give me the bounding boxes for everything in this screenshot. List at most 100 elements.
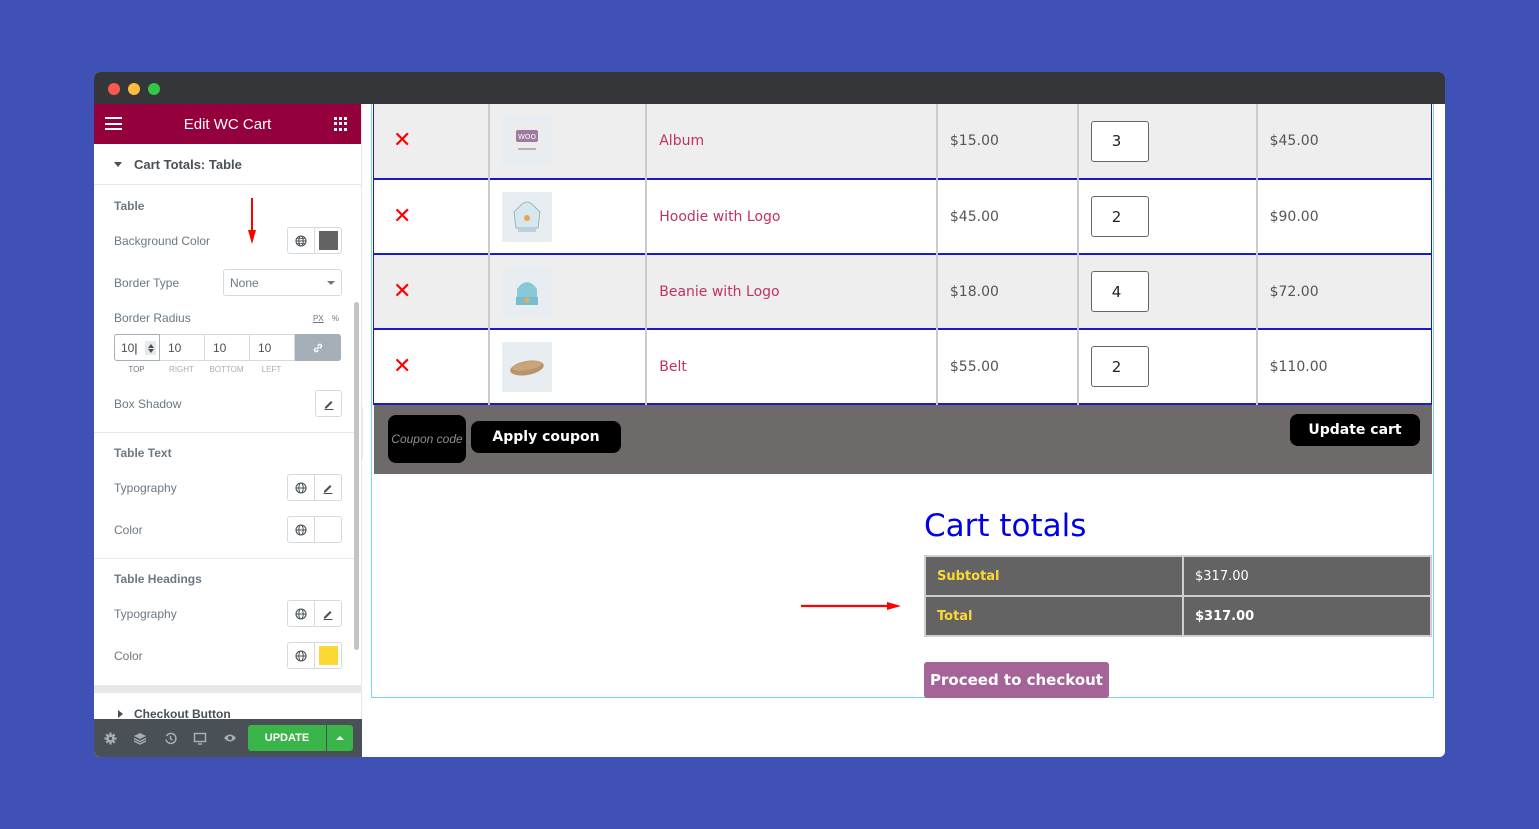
annotation-arrow-right-icon xyxy=(801,602,901,610)
responsive-icon[interactable] xyxy=(185,719,215,757)
pencil-icon xyxy=(323,484,333,494)
radius-top-value: 10 xyxy=(121,340,135,355)
radius-right-input[interactable]: 10 xyxy=(160,334,205,361)
minimize-window-button[interactable] xyxy=(128,83,140,95)
remove-item-icon[interactable]: ✕ xyxy=(393,128,411,153)
history-icon[interactable] xyxy=(155,719,185,757)
global-colors-button[interactable] xyxy=(288,517,314,542)
radius-left-input[interactable]: 10 xyxy=(250,334,295,361)
label-left: LEFT xyxy=(261,365,282,374)
apply-coupon-button[interactable]: Apply coupon xyxy=(471,421,621,453)
background-color-picker[interactable] xyxy=(314,228,341,253)
quantity-input[interactable]: 2 xyxy=(1090,196,1149,237)
cart-totals-heading: Cart totals xyxy=(924,508,1087,544)
remove-item-icon[interactable]: ✕ xyxy=(393,354,411,379)
chevron-down-icon xyxy=(327,281,335,285)
group-heading-table-text: Table Text xyxy=(114,446,172,460)
product-name-cell: Beanie with Logo xyxy=(645,254,937,329)
label-bottom: BOTTOM xyxy=(209,365,244,374)
quantity-input[interactable]: 4 xyxy=(1090,271,1149,312)
grid-icon[interactable] xyxy=(334,117,348,131)
layers-icon[interactable] xyxy=(125,719,155,757)
maximize-window-button[interactable] xyxy=(148,83,160,95)
border-radius-dimensions: 10 | 10 10 10 xyxy=(114,334,342,361)
table-text-color-label: Color xyxy=(114,523,143,537)
box-shadow-edit-button[interactable] xyxy=(315,390,342,417)
remove-item-icon[interactable]: ✕ xyxy=(393,279,411,304)
divider xyxy=(94,432,356,433)
quantity-cell: 2 xyxy=(1076,329,1257,404)
product-thumbnail[interactable] xyxy=(502,266,553,317)
background-color-label: Background Color xyxy=(114,234,211,248)
product-thumbnail[interactable] xyxy=(502,191,553,242)
label-top: TOP xyxy=(128,365,145,374)
section-title-label: Cart Totals: Table xyxy=(134,156,242,172)
coupon-code-input[interactable]: Coupon code xyxy=(388,415,466,463)
section-cart-totals-table[interactable]: Cart Totals: Table xyxy=(94,144,361,185)
cart-totals-table: Subtotal $317.00 Total $317.00 xyxy=(924,555,1432,637)
product-thumbnail[interactable]: WOO xyxy=(502,116,553,166)
update-button[interactable]: UPDATE xyxy=(248,725,326,751)
globe-icon xyxy=(295,481,307,494)
radius-bottom-input[interactable]: 10 xyxy=(205,334,250,361)
global-typography-button[interactable] xyxy=(288,475,314,500)
thumbnail-cell xyxy=(488,254,647,329)
global-colors-button[interactable] xyxy=(288,228,314,253)
dimension-labels: TOP RIGHT BOTTOM LEFT xyxy=(114,365,294,374)
color-swatch xyxy=(318,520,338,539)
update-cart-button[interactable]: Update cart xyxy=(1290,414,1420,446)
radius-bottom-value: 10 xyxy=(213,340,227,355)
quantity-input[interactable]: 2 xyxy=(1090,346,1149,387)
product-name-link[interactable]: Hoodie with Logo xyxy=(659,209,780,225)
remove-cell: ✕ xyxy=(373,329,490,404)
global-colors-button[interactable] xyxy=(288,643,314,668)
hamburger-icon[interactable] xyxy=(105,117,122,130)
cart-row: ✕ Hoodie with Logo $45.00 2 $90.00 xyxy=(373,179,1432,254)
product-name-link[interactable]: Beanie with Logo xyxy=(659,284,779,300)
border-type-select[interactable]: None xyxy=(223,269,342,296)
unit-percent[interactable]: % xyxy=(332,314,339,323)
product-name-link[interactable]: Belt xyxy=(659,359,687,375)
panel-scrollbar[interactable] xyxy=(354,302,359,650)
spinner-icon[interactable] xyxy=(145,341,156,355)
typography-edit-button[interactable] xyxy=(314,475,341,500)
settings-icon[interactable] xyxy=(95,719,125,757)
product-name-link[interactable]: Album xyxy=(659,133,704,149)
divider xyxy=(94,558,356,559)
preview-icon[interactable] xyxy=(215,719,245,757)
cart-row: ✕ Belt $55.00 2 $110.00 xyxy=(373,329,1432,404)
cart-row: ✕ Beanie with Logo $18.00 4 $72.00 xyxy=(373,254,1432,329)
product-thumbnail[interactable] xyxy=(502,341,553,392)
section-separator xyxy=(94,685,362,693)
product-subtotal: $110.00 xyxy=(1269,358,1328,375)
update-options-button[interactable] xyxy=(327,725,353,751)
caret-up-icon xyxy=(336,736,344,740)
group-heading-table: Table xyxy=(114,199,145,213)
table-headings-typography-control xyxy=(287,600,342,627)
radius-right-value: 10 xyxy=(168,340,182,355)
table-text-typography-control xyxy=(287,474,342,501)
link-values-button[interactable] xyxy=(295,334,341,361)
unit-px[interactable]: PX xyxy=(313,314,324,323)
table-text-color-picker[interactable] xyxy=(314,517,341,542)
browser-window: Edit WC Cart Cart Totals: Table Table Ba… xyxy=(94,72,1445,757)
panel-controls: Table Background Color Border Type None … xyxy=(94,185,361,705)
pencil-icon xyxy=(324,400,333,410)
window-titlebar xyxy=(94,72,1445,104)
radius-top-input[interactable]: 10 | xyxy=(114,334,160,361)
proceed-to-checkout-button[interactable]: Proceed to checkout xyxy=(924,662,1109,698)
global-typography-button[interactable] xyxy=(288,601,314,626)
table-text-color-control xyxy=(287,516,342,543)
product-price: $15.00 xyxy=(949,133,999,149)
total-row: Total $317.00 xyxy=(924,595,1432,637)
close-window-button[interactable] xyxy=(108,83,120,95)
typography-edit-button[interactable] xyxy=(314,601,341,626)
caret-right-icon xyxy=(118,710,123,718)
label-right: RIGHT xyxy=(169,365,194,374)
table-headings-color-picker[interactable] xyxy=(314,643,341,668)
product-subtotal: $45.00 xyxy=(1269,133,1319,149)
remove-item-icon[interactable]: ✕ xyxy=(393,204,411,229)
product-subtotal: $72.00 xyxy=(1269,283,1319,300)
caret-down-icon xyxy=(114,161,122,167)
quantity-input[interactable]: 3 xyxy=(1090,120,1149,162)
